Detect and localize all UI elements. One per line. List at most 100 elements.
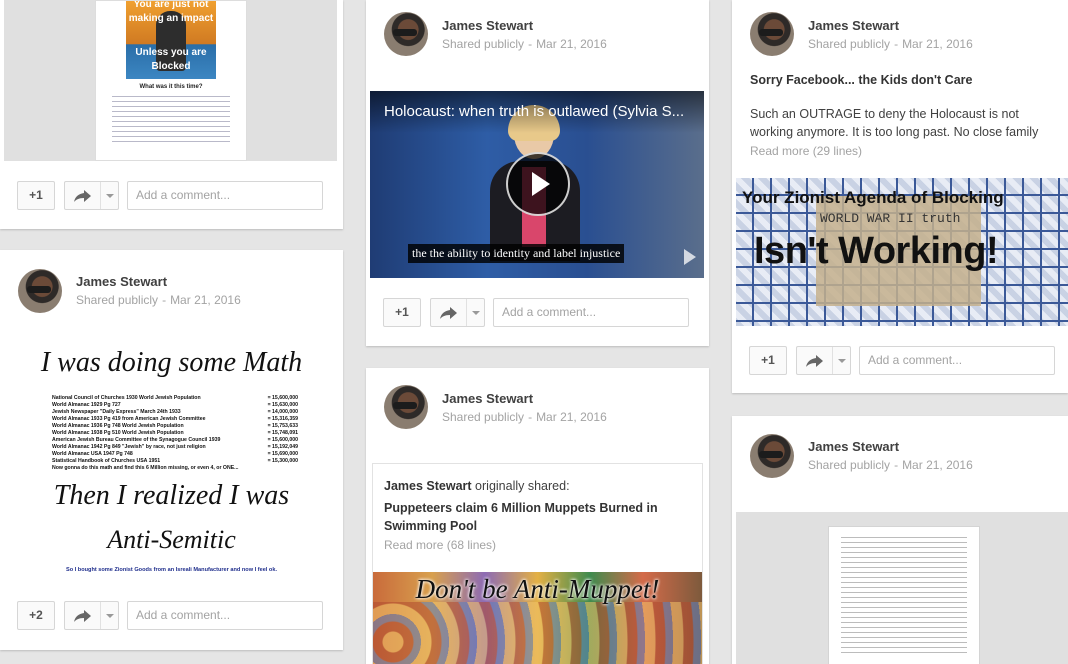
author-name[interactable]: James Stewart	[808, 439, 899, 454]
play-icon	[532, 172, 550, 196]
muppet-slogan: Don't be Anti-Muppet!	[415, 574, 660, 604]
comment-input[interactable]: Add a comment...	[493, 298, 689, 327]
visibility-label: Shared publicly	[76, 293, 159, 307]
poster-line-1: You are just not	[133, 1, 209, 10]
math-row-value: = 14,000,000	[267, 409, 298, 415]
share-dropdown-caret-icon[interactable]	[100, 602, 118, 629]
post-image[interactable]	[736, 512, 1068, 664]
comment-input[interactable]: Add a comment...	[127, 601, 323, 630]
post-image[interactable]: I was doing some Math National Council o…	[4, 347, 339, 581]
poster-line-4: Blocked	[151, 61, 191, 72]
share-arrow-icon	[74, 190, 91, 202]
post-image[interactable]: You are just not making an impact Unless…	[4, 0, 337, 161]
post-meta: Shared publicly - Mar 21, 2016	[76, 293, 241, 307]
poster-text-block	[112, 96, 230, 144]
post-title: Sorry Facebook... the Kids don't Care	[750, 73, 973, 87]
post-date[interactable]: Mar 21, 2016	[536, 37, 607, 51]
share-dropdown-caret-icon[interactable]	[100, 182, 118, 209]
plus-one-button[interactable]: +1	[749, 346, 787, 375]
comment-input[interactable]: Add a comment...	[127, 181, 323, 210]
author-name[interactable]: James Stewart	[442, 391, 533, 406]
post-card-3: James Stewart Shared publicly - Mar 21, 20…	[366, 0, 709, 346]
math-row: Jewish Newspaper "Daily Express" March 2…	[52, 409, 298, 416]
author-avatar[interactable]	[384, 12, 428, 56]
author-name[interactable]: James Stewart	[76, 274, 167, 289]
next-icon[interactable]	[684, 249, 696, 265]
share-button[interactable]	[430, 298, 485, 327]
post-date[interactable]: Mar 21, 2016	[902, 37, 973, 51]
math-row-label: World Almanac 1938 Pg 510 World Jewish P…	[52, 430, 184, 436]
share-dropdown-caret-icon[interactable]	[832, 347, 850, 374]
author-name[interactable]: James Stewart	[442, 18, 533, 33]
comment-input[interactable]: Add a comment...	[859, 346, 1055, 375]
math-row-label: National Council of Churches 1930 World …	[52, 395, 201, 401]
math-row-value: = 15,316,359	[267, 416, 298, 422]
post-header: James Stewart Shared publicly - Mar 21, 20…	[0, 250, 343, 340]
author-name[interactable]: James Stewart	[808, 18, 899, 33]
math-row-value: = 15,600,000	[267, 395, 298, 401]
realized-line-1: Then I realized I was	[53, 480, 290, 511]
share-arrow-icon	[806, 355, 823, 367]
post-header: James Stewart Shared publicly - Mar 21, 20…	[366, 0, 709, 64]
plus-one-button[interactable]: +1	[383, 298, 421, 327]
post-actions: +1 Add a comment...	[0, 172, 343, 220]
block-line-1: Your Zionist Agenda of Blocking	[742, 188, 1004, 207]
math-row-label: World Almanac USA 1947 Pg 748	[52, 451, 133, 457]
read-more-link[interactable]: Read more (68 lines)	[384, 538, 496, 552]
visibility-label: Shared publicly	[808, 37, 891, 51]
post-image[interactable]: Don't be Anti-Muppet!	[373, 572, 702, 664]
math-row-value: = 15,748,091	[267, 430, 298, 436]
math-row-label: American Jewish Bureau Committee of the …	[52, 437, 221, 443]
video-title[interactable]: Holocaust: when truth is outlawed (Sylvi…	[370, 91, 704, 133]
post-card-5: James Stewart Shared publicly - Mar 21, 20…	[732, 0, 1068, 393]
post-date[interactable]: Mar 21, 2016	[536, 410, 607, 424]
math-footer: So I bought some Zionist Goods from an I…	[65, 567, 278, 573]
math-row-label: World Almanac 1929 Pg 727	[52, 402, 121, 408]
post-meta: Shared publicly - Mar 21, 2016	[808, 458, 973, 472]
read-more-link[interactable]: Read more (29 lines)	[750, 144, 862, 158]
muppet-crowd	[373, 602, 702, 664]
post-meta: Shared publicly - Mar 21, 2016	[808, 37, 973, 51]
math-row-value: = 15,600,000	[267, 437, 298, 443]
author-avatar[interactable]	[18, 269, 62, 313]
post-card-2: James Stewart Shared publicly - Mar 21, 20…	[0, 250, 343, 650]
post-date[interactable]: Mar 21, 2016	[902, 458, 973, 472]
share-button[interactable]	[64, 181, 119, 210]
video-caption: the the ability to identity and label in…	[408, 244, 625, 263]
math-row-value: = 15,630,000	[267, 402, 298, 408]
post-body: Such an OUTRAGE to deny the Holocaust is…	[750, 107, 1039, 139]
share-button[interactable]	[796, 346, 851, 375]
author-avatar[interactable]	[750, 434, 794, 478]
math-row: American Jewish Bureau Committee of the …	[52, 437, 298, 444]
video-player[interactable]: Holocaust: when truth is outlawed (Sylvi…	[370, 91, 704, 278]
reshare-author[interactable]: James Stewart	[384, 479, 472, 493]
math-row: World Almanac 1938 Pg 510 World Jewish P…	[52, 430, 298, 437]
math-row-label: Statistical Handbook of Churches USA 195…	[52, 458, 161, 464]
post-card-6: James Stewart Shared publicly - Mar 21, 20…	[732, 416, 1068, 664]
post-image[interactable]: Your Zionist Agenda of Blocking WORLD WA…	[736, 178, 1068, 326]
poster-photo: You are just not making an impact Unless…	[126, 1, 216, 79]
math-row: World Almanac 1933 Pg 419 from American …	[52, 416, 298, 423]
author-avatar[interactable]	[384, 385, 428, 429]
author-avatar[interactable]	[750, 12, 794, 56]
math-row-value: = 15,300,000	[267, 458, 298, 464]
reshare-headline: Puppeteers claim 6 Million Muppets Burne…	[384, 501, 658, 533]
post-header: James Stewart Shared publicly - Mar 21, 20…	[732, 416, 1068, 480]
visibility-label: Shared publicly	[808, 458, 891, 472]
poster-document: You are just not making an impact Unless…	[95, 0, 247, 161]
plus-one-button[interactable]: +1	[17, 181, 55, 210]
post-actions: +1 Add a comment...	[732, 337, 1068, 385]
share-arrow-icon	[74, 610, 91, 622]
share-button[interactable]	[64, 601, 119, 630]
math-row-label: World Almanac 1933 Pg 419 from American …	[52, 416, 206, 422]
math-row: World Almanac 1936 Pg 748 World Jewish P…	[52, 423, 298, 430]
post-date[interactable]: Mar 21, 2016	[170, 293, 241, 307]
post-header: James Stewart Shared publicly - Mar 21, 20…	[732, 0, 1068, 64]
realized-line-2: Anti-Semitic	[107, 525, 236, 554]
plus-one-button[interactable]: +2	[17, 601, 55, 630]
poster-line-3: Unless you are	[135, 47, 207, 58]
reshared-post[interactable]: James Stewart originally shared: Puppete…	[372, 463, 703, 664]
block-line-3: Isn't Working!	[754, 230, 999, 272]
share-dropdown-caret-icon[interactable]	[466, 299, 484, 326]
play-button[interactable]	[506, 152, 570, 216]
